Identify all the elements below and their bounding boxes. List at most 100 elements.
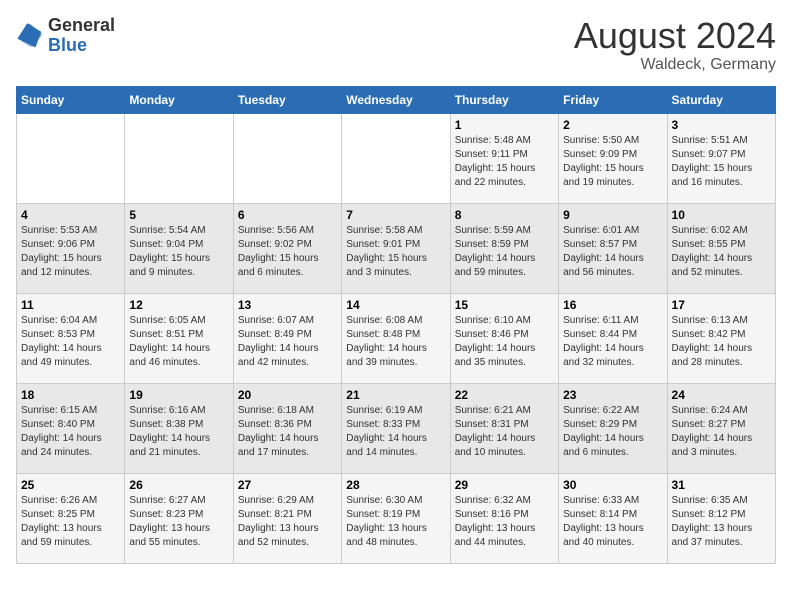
calendar-cell: 23 Sunrise: 6:22 AM Sunset: 8:29 PM Dayli… xyxy=(559,383,667,473)
day-number: 10 xyxy=(672,208,771,222)
day-info: Sunrise: 6:08 AM Sunset: 8:48 PM Dayligh… xyxy=(346,314,445,370)
calendar-cell: 18 Sunrise: 6:15 AM Sunset: 8:40 PM Dayli… xyxy=(17,383,125,473)
day-info: Sunrise: 6:27 AM Sunset: 8:23 PM Dayligh… xyxy=(129,494,228,550)
calendar-header-tuesday: Tuesday xyxy=(233,86,341,113)
day-info: Sunrise: 5:54 AM Sunset: 9:04 PM Dayligh… xyxy=(129,224,228,280)
day-number: 29 xyxy=(455,478,554,492)
day-number: 27 xyxy=(238,478,337,492)
calendar-week-row: 18 Sunrise: 6:15 AM Sunset: 8:40 PM Dayli… xyxy=(17,383,776,473)
day-info: Sunrise: 6:29 AM Sunset: 8:21 PM Dayligh… xyxy=(238,494,337,550)
day-number: 11 xyxy=(21,298,120,312)
calendar-cell: 19 Sunrise: 6:16 AM Sunset: 8:38 PM Dayli… xyxy=(125,383,233,473)
day-info: Sunrise: 6:18 AM Sunset: 8:36 PM Dayligh… xyxy=(238,404,337,460)
calendar-header-sunday: Sunday xyxy=(17,86,125,113)
logo: General Blue xyxy=(16,16,115,56)
day-number: 13 xyxy=(238,298,337,312)
day-number: 20 xyxy=(238,388,337,402)
month-year: August 2024 xyxy=(574,16,776,56)
calendar-cell: 5 Sunrise: 5:54 AM Sunset: 9:04 PM Daylig… xyxy=(125,203,233,293)
day-number: 26 xyxy=(129,478,228,492)
calendar-header-monday: Monday xyxy=(125,86,233,113)
location: Waldeck, Germany xyxy=(574,56,776,74)
calendar-cell: 9Sunrise: 6:01 AM Sunset: 8:57 PM Daylig… xyxy=(559,203,667,293)
logo-text: General Blue xyxy=(48,16,115,56)
day-number: 28 xyxy=(346,478,445,492)
day-number: 3 xyxy=(672,118,771,132)
day-number: 6 xyxy=(238,208,337,222)
calendar-header-thursday: Thursday xyxy=(450,86,558,113)
calendar-cell: 2 Sunrise: 5:50 AM Sunset: 9:09 PM Daylig… xyxy=(559,113,667,203)
calendar-cell: 14 Sunrise: 6:08 AM Sunset: 8:48 PM Dayli… xyxy=(342,293,450,383)
day-info: Sunrise: 6:22 AM Sunset: 8:29 PM Dayligh… xyxy=(563,404,662,460)
calendar-week-row: 4 Sunrise: 5:53 AM Sunset: 9:06 PM Daylig… xyxy=(17,203,776,293)
calendar-cell: 10Sunrise: 6:02 AM Sunset: 8:55 PM Dayli… xyxy=(667,203,775,293)
calendar-cell: 27 Sunrise: 6:29 AM Sunset: 8:21 PM Dayli… xyxy=(233,473,341,563)
calendar-cell: 21Sunrise: 6:19 AM Sunset: 8:33 PM Dayli… xyxy=(342,383,450,473)
day-number: 8 xyxy=(455,208,554,222)
calendar-cell: 17 Sunrise: 6:13 AM Sunset: 8:42 PM Dayli… xyxy=(667,293,775,383)
day-number: 1 xyxy=(455,118,554,132)
day-info: Sunrise: 6:11 AM Sunset: 8:44 PM Dayligh… xyxy=(563,314,662,370)
calendar-cell: 30Sunrise: 6:33 AM Sunset: 8:14 PM Dayli… xyxy=(559,473,667,563)
day-info: Sunrise: 6:30 AM Sunset: 8:19 PM Dayligh… xyxy=(346,494,445,550)
calendar-cell: 7Sunrise: 5:58 AM Sunset: 9:01 PM Daylig… xyxy=(342,203,450,293)
calendar-week-row: 11Sunrise: 6:04 AM Sunset: 8:53 PM Dayli… xyxy=(17,293,776,383)
calendar-header-wednesday: Wednesday xyxy=(342,86,450,113)
logo-general: General xyxy=(48,16,115,36)
calendar-cell: 6 Sunrise: 5:56 AM Sunset: 9:02 PM Daylig… xyxy=(233,203,341,293)
calendar-cell: 3 Sunrise: 5:51 AM Sunset: 9:07 PM Daylig… xyxy=(667,113,775,203)
day-number: 31 xyxy=(672,478,771,492)
calendar-cell: 8 Sunrise: 5:59 AM Sunset: 8:59 PM Daylig… xyxy=(450,203,558,293)
day-info: Sunrise: 6:07 AM Sunset: 8:49 PM Dayligh… xyxy=(238,314,337,370)
calendar-cell: 26 Sunrise: 6:27 AM Sunset: 8:23 PM Dayli… xyxy=(125,473,233,563)
calendar-cell: 22 Sunrise: 6:21 AM Sunset: 8:31 PM Dayli… xyxy=(450,383,558,473)
day-info: Sunrise: 5:56 AM Sunset: 9:02 PM Dayligh… xyxy=(238,224,337,280)
day-info: Sunrise: 5:59 AM Sunset: 8:59 PM Dayligh… xyxy=(455,224,554,280)
day-info: Sunrise: 6:05 AM Sunset: 8:51 PM Dayligh… xyxy=(129,314,228,370)
day-number: 9 xyxy=(563,208,662,222)
day-number: 15 xyxy=(455,298,554,312)
calendar-cell: 16 Sunrise: 6:11 AM Sunset: 8:44 PM Dayli… xyxy=(559,293,667,383)
day-info: Sunrise: 6:21 AM Sunset: 8:31 PM Dayligh… xyxy=(455,404,554,460)
day-info: Sunrise: 5:50 AM Sunset: 9:09 PM Dayligh… xyxy=(563,134,662,190)
calendar-cell: 4 Sunrise: 5:53 AM Sunset: 9:06 PM Daylig… xyxy=(17,203,125,293)
calendar-cell: 28 Sunrise: 6:30 AM Sunset: 8:19 PM Dayli… xyxy=(342,473,450,563)
day-number: 16 xyxy=(563,298,662,312)
day-info: Sunrise: 6:10 AM Sunset: 8:46 PM Dayligh… xyxy=(455,314,554,370)
day-number: 25 xyxy=(21,478,120,492)
calendar-cell: 20 Sunrise: 6:18 AM Sunset: 8:36 PM Dayli… xyxy=(233,383,341,473)
day-info: Sunrise: 5:53 AM Sunset: 9:06 PM Dayligh… xyxy=(21,224,120,280)
calendar-cell: 11Sunrise: 6:04 AM Sunset: 8:53 PM Dayli… xyxy=(17,293,125,383)
calendar-header-saturday: Saturday xyxy=(667,86,775,113)
day-info: Sunrise: 5:48 AM Sunset: 9:11 PM Dayligh… xyxy=(455,134,554,190)
calendar-week-row: 1 Sunrise: 5:48 AM Sunset: 9:11 PM Daylig… xyxy=(17,113,776,203)
day-number: 2 xyxy=(563,118,662,132)
day-number: 30 xyxy=(563,478,662,492)
calendar-header-friday: Friday xyxy=(559,86,667,113)
calendar-cell: 29Sunrise: 6:32 AM Sunset: 8:16 PM Dayli… xyxy=(450,473,558,563)
logo-blue: Blue xyxy=(48,36,115,56)
calendar-cell: 25Sunrise: 6:26 AM Sunset: 8:25 PM Dayli… xyxy=(17,473,125,563)
calendar-cell xyxy=(17,113,125,203)
calendar-cell: 31Sunrise: 6:35 AM Sunset: 8:12 PM Dayli… xyxy=(667,473,775,563)
day-info: Sunrise: 6:16 AM Sunset: 8:38 PM Dayligh… xyxy=(129,404,228,460)
calendar-cell: 15 Sunrise: 6:10 AM Sunset: 8:46 PM Dayli… xyxy=(450,293,558,383)
day-number: 17 xyxy=(672,298,771,312)
day-number: 18 xyxy=(21,388,120,402)
day-info: Sunrise: 6:15 AM Sunset: 8:40 PM Dayligh… xyxy=(21,404,120,460)
calendar-header-row: SundayMondayTuesdayWednesdayThursdayFrid… xyxy=(17,86,776,113)
title-block: August 2024 Waldeck, Germany xyxy=(574,16,776,74)
calendar-cell: 1 Sunrise: 5:48 AM Sunset: 9:11 PM Daylig… xyxy=(450,113,558,203)
day-info: Sunrise: 6:13 AM Sunset: 8:42 PM Dayligh… xyxy=(672,314,771,370)
calendar-cell xyxy=(125,113,233,203)
day-number: 23 xyxy=(563,388,662,402)
day-info: Sunrise: 5:51 AM Sunset: 9:07 PM Dayligh… xyxy=(672,134,771,190)
day-number: 19 xyxy=(129,388,228,402)
page-header: General Blue August 2024 Waldeck, German… xyxy=(16,16,776,74)
day-number: 5 xyxy=(129,208,228,222)
day-number: 4 xyxy=(21,208,120,222)
day-number: 21 xyxy=(346,388,445,402)
day-number: 12 xyxy=(129,298,228,312)
day-number: 22 xyxy=(455,388,554,402)
day-number: 14 xyxy=(346,298,445,312)
